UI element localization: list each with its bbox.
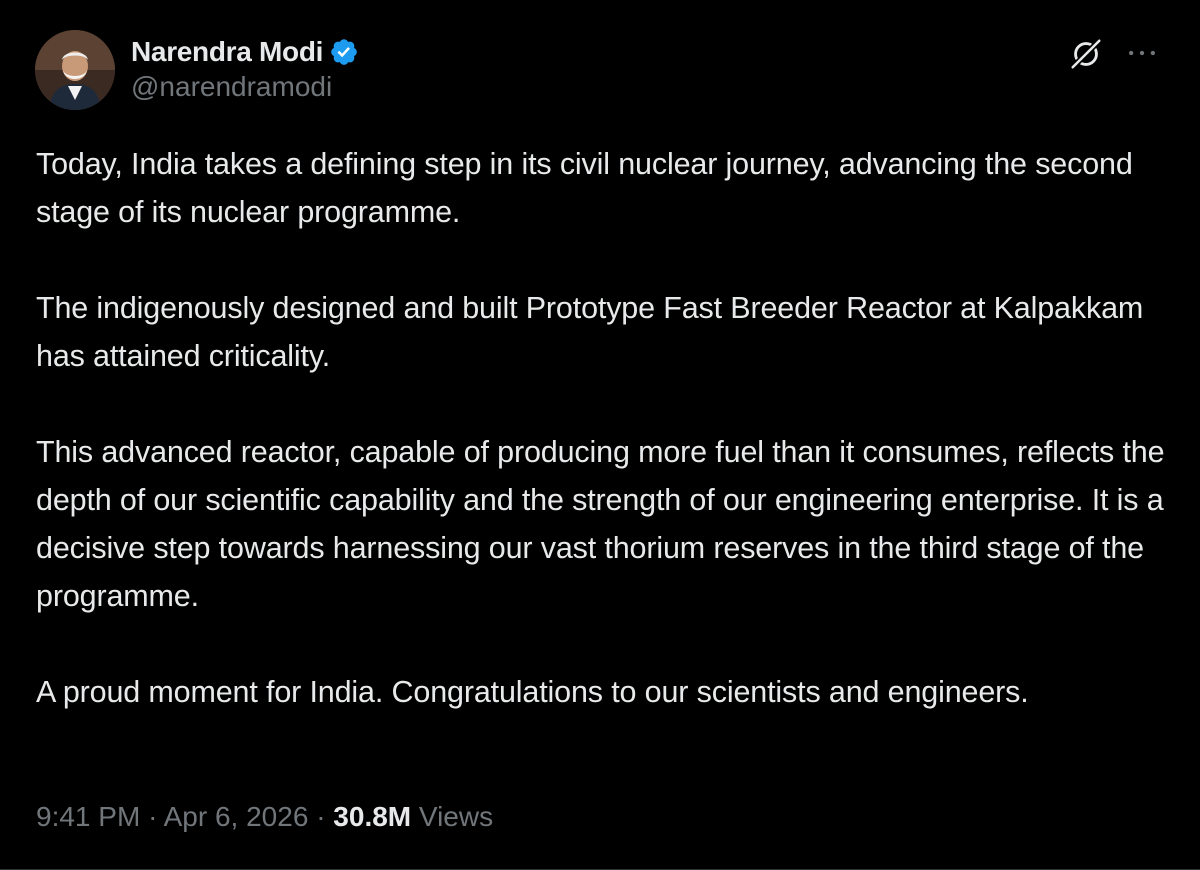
more-horizontal-icon[interactable] — [1124, 36, 1160, 70]
tweet-paragraph: Today, India takes a defining step in it… — [36, 147, 1133, 229]
author-block: Narendra Modi @narendramodi — [131, 34, 359, 103]
post-time[interactable]: 9:41 PM — [36, 801, 140, 832]
views-label[interactable]: Views — [419, 801, 493, 832]
meta-separator: · — [316, 801, 326, 832]
author-handle[interactable]: @narendramodi — [131, 71, 359, 103]
avatar[interactable] — [35, 30, 115, 110]
views-count[interactable]: 30.8M — [333, 801, 411, 832]
author-display-name[interactable]: Narendra Modi — [131, 36, 323, 68]
tweet-paragraph: A proud moment for India. Congratulation… — [36, 675, 1029, 709]
tweet-meta: 9:41 PM · Apr 6, 2026 · 30.8M Views — [36, 798, 493, 836]
tweet-paragraph: This advanced reactor, capable of produc… — [36, 435, 1165, 613]
meta-separator: · — [148, 801, 158, 832]
tweet-paragraph: The indigenously designed and built Prot… — [36, 291, 1144, 373]
tweet-header: Narendra Modi @narendramodi — [35, 30, 1170, 112]
profile-photo-icon — [35, 30, 115, 110]
grok-icon[interactable] — [1066, 34, 1106, 74]
name-row: Narendra Modi — [131, 34, 359, 70]
post-date[interactable]: Apr 6, 2026 — [164, 801, 309, 832]
verified-badge-icon[interactable] — [329, 37, 359, 67]
tweet-card: Narendra Modi @narendramodi Today, India… — [0, 0, 1200, 870]
tweet-text: Today, India takes a defining step in it… — [36, 140, 1186, 716]
